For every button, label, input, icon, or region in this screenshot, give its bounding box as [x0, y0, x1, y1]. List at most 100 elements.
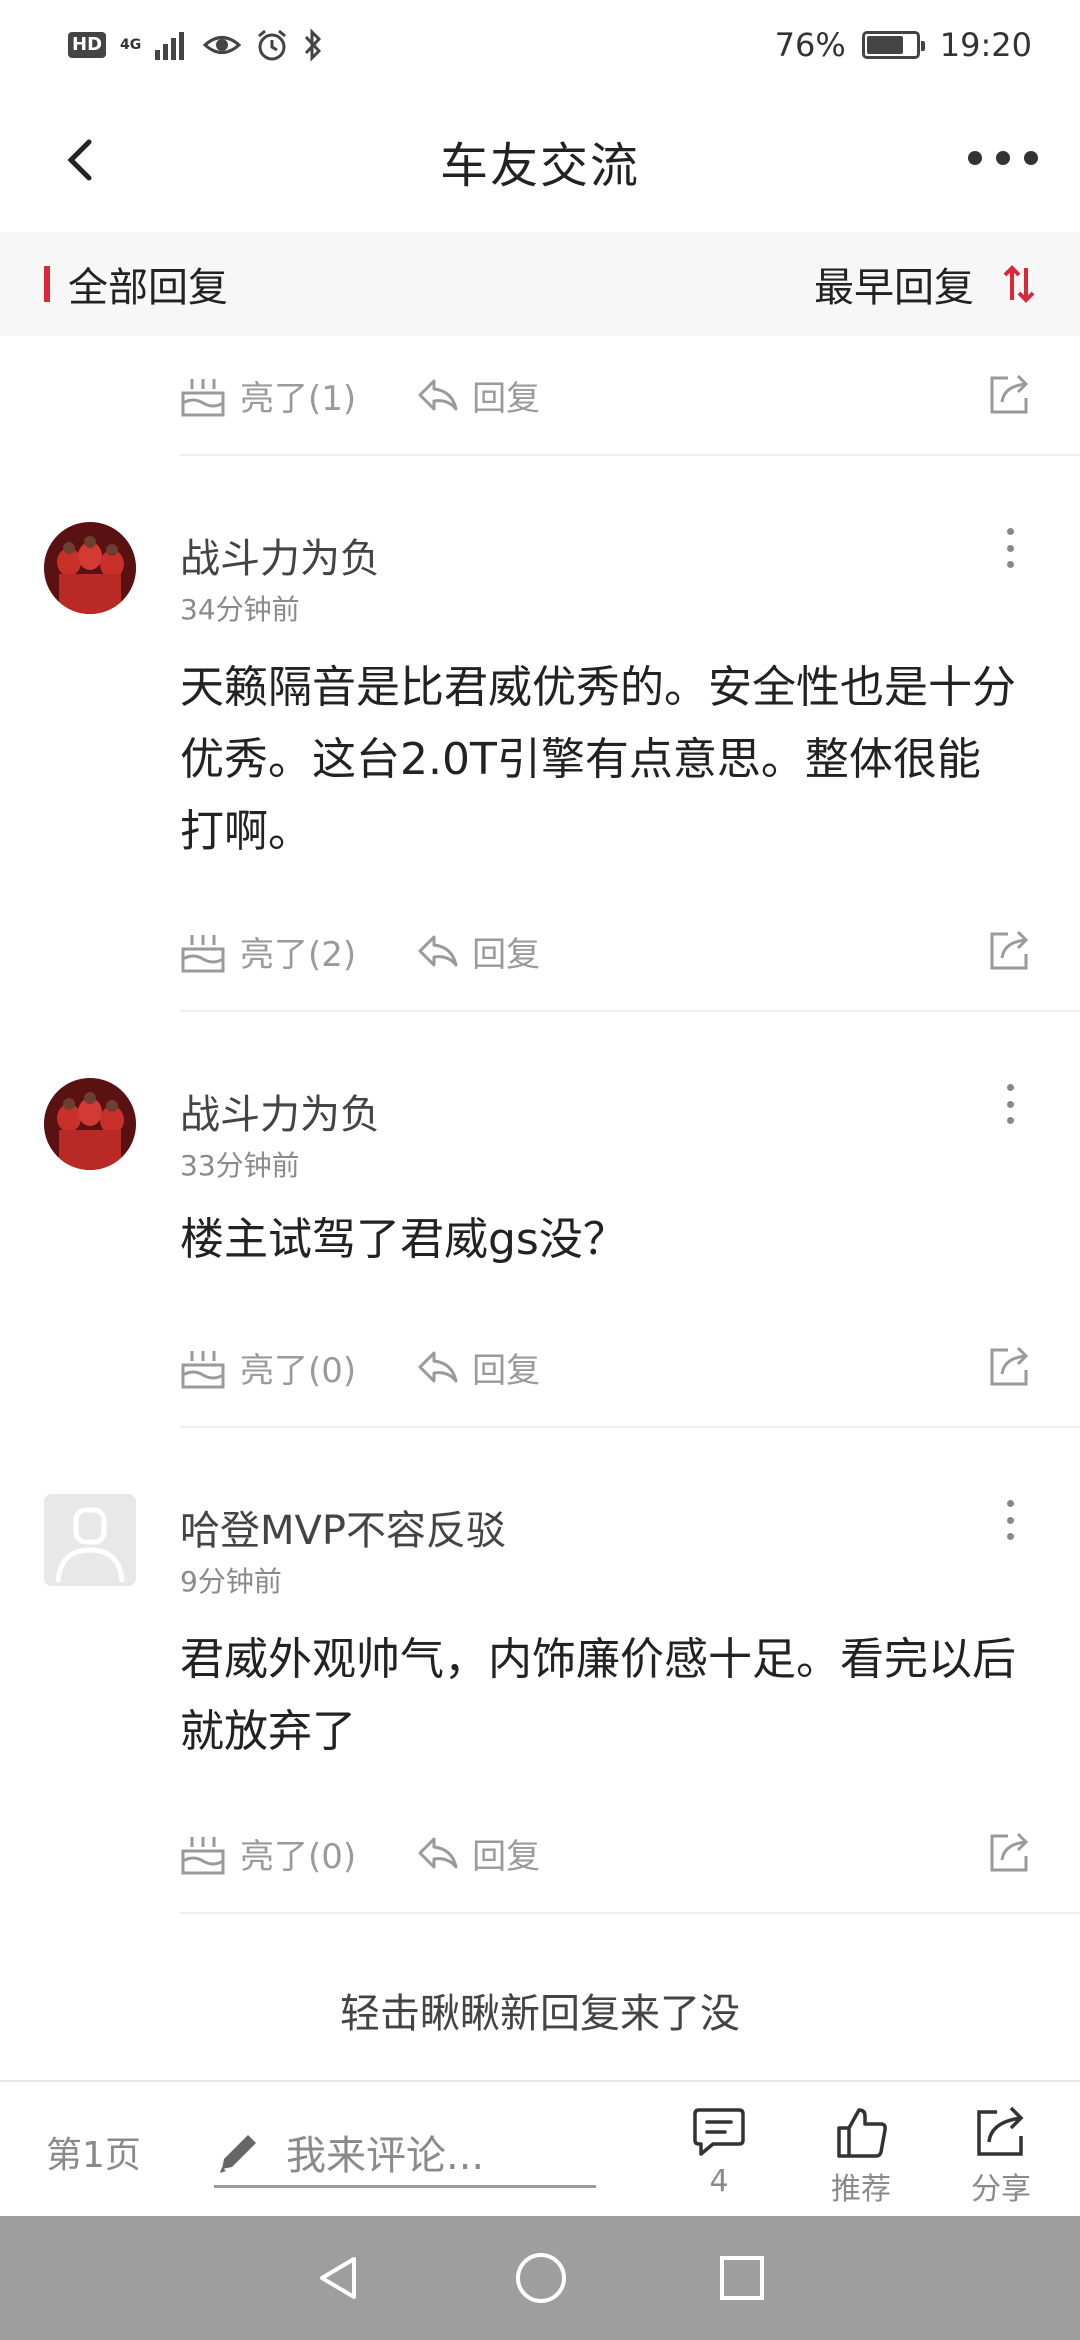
eye-icon: [203, 36, 242, 54]
dot: [1006, 1117, 1014, 1124]
timestamp: 9分钟前: [180, 1565, 282, 1598]
share-icon: [990, 1832, 1029, 1872]
cake-icon: [181, 1837, 225, 1875]
dot: [1006, 1500, 1014, 1507]
share-comment-button[interactable]: [988, 1830, 1032, 1878]
recommend-button[interactable]: 推荐: [806, 2104, 916, 2208]
clock: 19:20: [939, 26, 1032, 64]
more-button[interactable]: [968, 138, 1038, 178]
action-row: 亮了(1) 回复: [180, 336, 1080, 456]
comment-input[interactable]: 我来评论...: [214, 2118, 596, 2188]
back-button[interactable]: [50, 130, 110, 190]
reply-icon: [418, 1837, 458, 1869]
home-circle-icon[interactable]: [514, 2251, 568, 2305]
reply-button[interactable]: 回复: [416, 927, 540, 976]
reply-button[interactable]: 回复: [416, 1343, 540, 1392]
reply-label: 回复: [472, 934, 541, 975]
comment-count: 4: [709, 2164, 729, 2199]
action-row: 亮了(0) 回复: [180, 1308, 1080, 1428]
page-indicator[interactable]: 第1页: [46, 2126, 141, 2178]
share-icon: [990, 930, 1029, 970]
timestamp: 33分钟前: [180, 1149, 300, 1182]
action-row: 亮了(0) 回复: [180, 1794, 1080, 1914]
hd-icon: HD: [68, 32, 107, 58]
dot: [1006, 528, 1014, 535]
dot: [1006, 544, 1014, 552]
dot: [968, 151, 982, 165]
sort-label: 最早回复: [814, 265, 974, 311]
cake-icon: [181, 379, 225, 417]
action-row: 亮了(2) 回复: [180, 892, 1080, 1012]
status-icons: HD 4G: [68, 28, 323, 62]
default-avatar[interactable]: [44, 1494, 136, 1586]
share-comment-button[interactable]: [988, 928, 1032, 976]
battery-percent: 76%: [774, 26, 846, 64]
network-label: 4G: [120, 37, 142, 53]
photo-avatar-icon: [44, 1078, 136, 1170]
dot: [1024, 151, 1038, 165]
like-button[interactable]: 亮了(0): [180, 1343, 356, 1392]
comment-menu-button[interactable]: [1000, 1084, 1020, 1124]
alarm-icon: [258, 29, 287, 61]
comment-item: 战斗力为负 33分钟前 楼主试驾了君威gs没？: [0, 1078, 1080, 1308]
reply-button[interactable]: 回复: [416, 371, 540, 420]
share-comment-button[interactable]: [988, 372, 1032, 420]
comment-bubble-icon: [693, 2108, 745, 2156]
section-header: 全部回复 最早回复: [0, 232, 1080, 336]
cake-icon: [181, 935, 225, 973]
comment-menu-button[interactable]: [1000, 1500, 1020, 1540]
username[interactable]: 哈登MVP不容反驳: [180, 1498, 506, 1556]
reply-label: 回复: [472, 1836, 541, 1877]
recents-square-icon[interactable]: [718, 2254, 766, 2302]
bluetooth-icon: [305, 28, 322, 62]
comment-item: 战斗力为负 34分钟前 天籁隔音是比君威优秀的。安全性也是十分优秀。这台2.0T…: [0, 522, 1080, 892]
signal-icon: [155, 32, 185, 60]
section-left: 全部回复: [44, 255, 228, 313]
nav-bar: 车友交流: [0, 90, 1080, 232]
like-count: 亮了(1): [240, 378, 357, 419]
comment-text: 天籁隔音是比君威优秀的。安全性也是十分优秀。这台2.0T引擎有点意思。整体很能打…: [180, 662, 1016, 857]
sort-toggle[interactable]: 最早回复: [814, 255, 1036, 313]
section-title: 全部回复: [68, 265, 228, 311]
avatar[interactable]: [44, 1078, 136, 1170]
comment-item: 哈登MVP不容反驳 9分钟前 君威外观帅气，内饰廉价感十足。看完以后就放弃了: [0, 1494, 1080, 1794]
reply-label: 回复: [472, 1350, 541, 1391]
reply-icon: [418, 379, 458, 411]
like-button[interactable]: 亮了(0): [180, 1829, 356, 1878]
reply-icon: [418, 1351, 458, 1383]
share-icon: [977, 2106, 1024, 2156]
username[interactable]: 战斗力为负: [180, 1082, 380, 1140]
user-placeholder-icon: [44, 1494, 136, 1586]
comments-button[interactable]: 4: [664, 2104, 774, 2199]
like-count: 亮了(0): [240, 1836, 357, 1877]
share-button[interactable]: 分享: [946, 2104, 1056, 2208]
like-button[interactable]: 亮了(1): [180, 371, 356, 420]
sort-arrows-icon: [1003, 265, 1035, 303]
load-new-replies-button[interactable]: 轻击瞅瞅新回复来了没: [0, 1950, 1080, 2070]
avatar[interactable]: [44, 522, 136, 614]
share-label: 分享: [971, 2172, 1031, 2207]
dot: [996, 151, 1010, 165]
share-icon: [990, 374, 1029, 414]
battery-icon: [861, 31, 925, 59]
status-right: 76% 19:20: [775, 26, 1032, 64]
back-triangle-icon[interactable]: [314, 2253, 364, 2303]
comment-menu-button[interactable]: [1000, 528, 1020, 568]
comment-placeholder: 我来评论...: [286, 2132, 485, 2179]
reply-label: 回复: [472, 378, 541, 419]
dot: [1006, 1516, 1014, 1524]
reply-icon: [418, 935, 458, 967]
like-button[interactable]: 亮了(2): [180, 927, 356, 976]
like-count: 亮了(2): [240, 934, 357, 975]
pencil-icon: [220, 2134, 256, 2173]
dot: [1006, 1533, 1014, 1540]
reply-button[interactable]: 回复: [416, 1829, 540, 1878]
dot: [1006, 561, 1014, 568]
recommend-label: 推荐: [831, 2172, 891, 2207]
accent-bar: [44, 266, 50, 302]
comment-text: 楼主试驾了君威gs没？: [180, 1214, 627, 1265]
system-nav-bar: [0, 2216, 1080, 2340]
username[interactable]: 战斗力为负: [180, 526, 380, 584]
share-comment-button[interactable]: [988, 1344, 1032, 1392]
bottom-bar: 第1页 我来评论... 4 推荐 分享: [0, 2080, 1080, 2216]
